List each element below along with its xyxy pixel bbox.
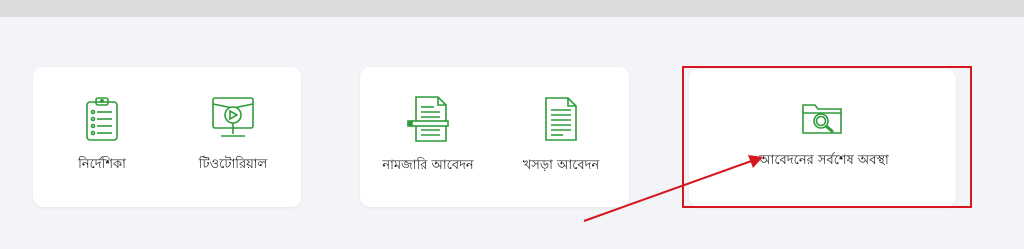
annotation-arrow [583, 155, 763, 222]
